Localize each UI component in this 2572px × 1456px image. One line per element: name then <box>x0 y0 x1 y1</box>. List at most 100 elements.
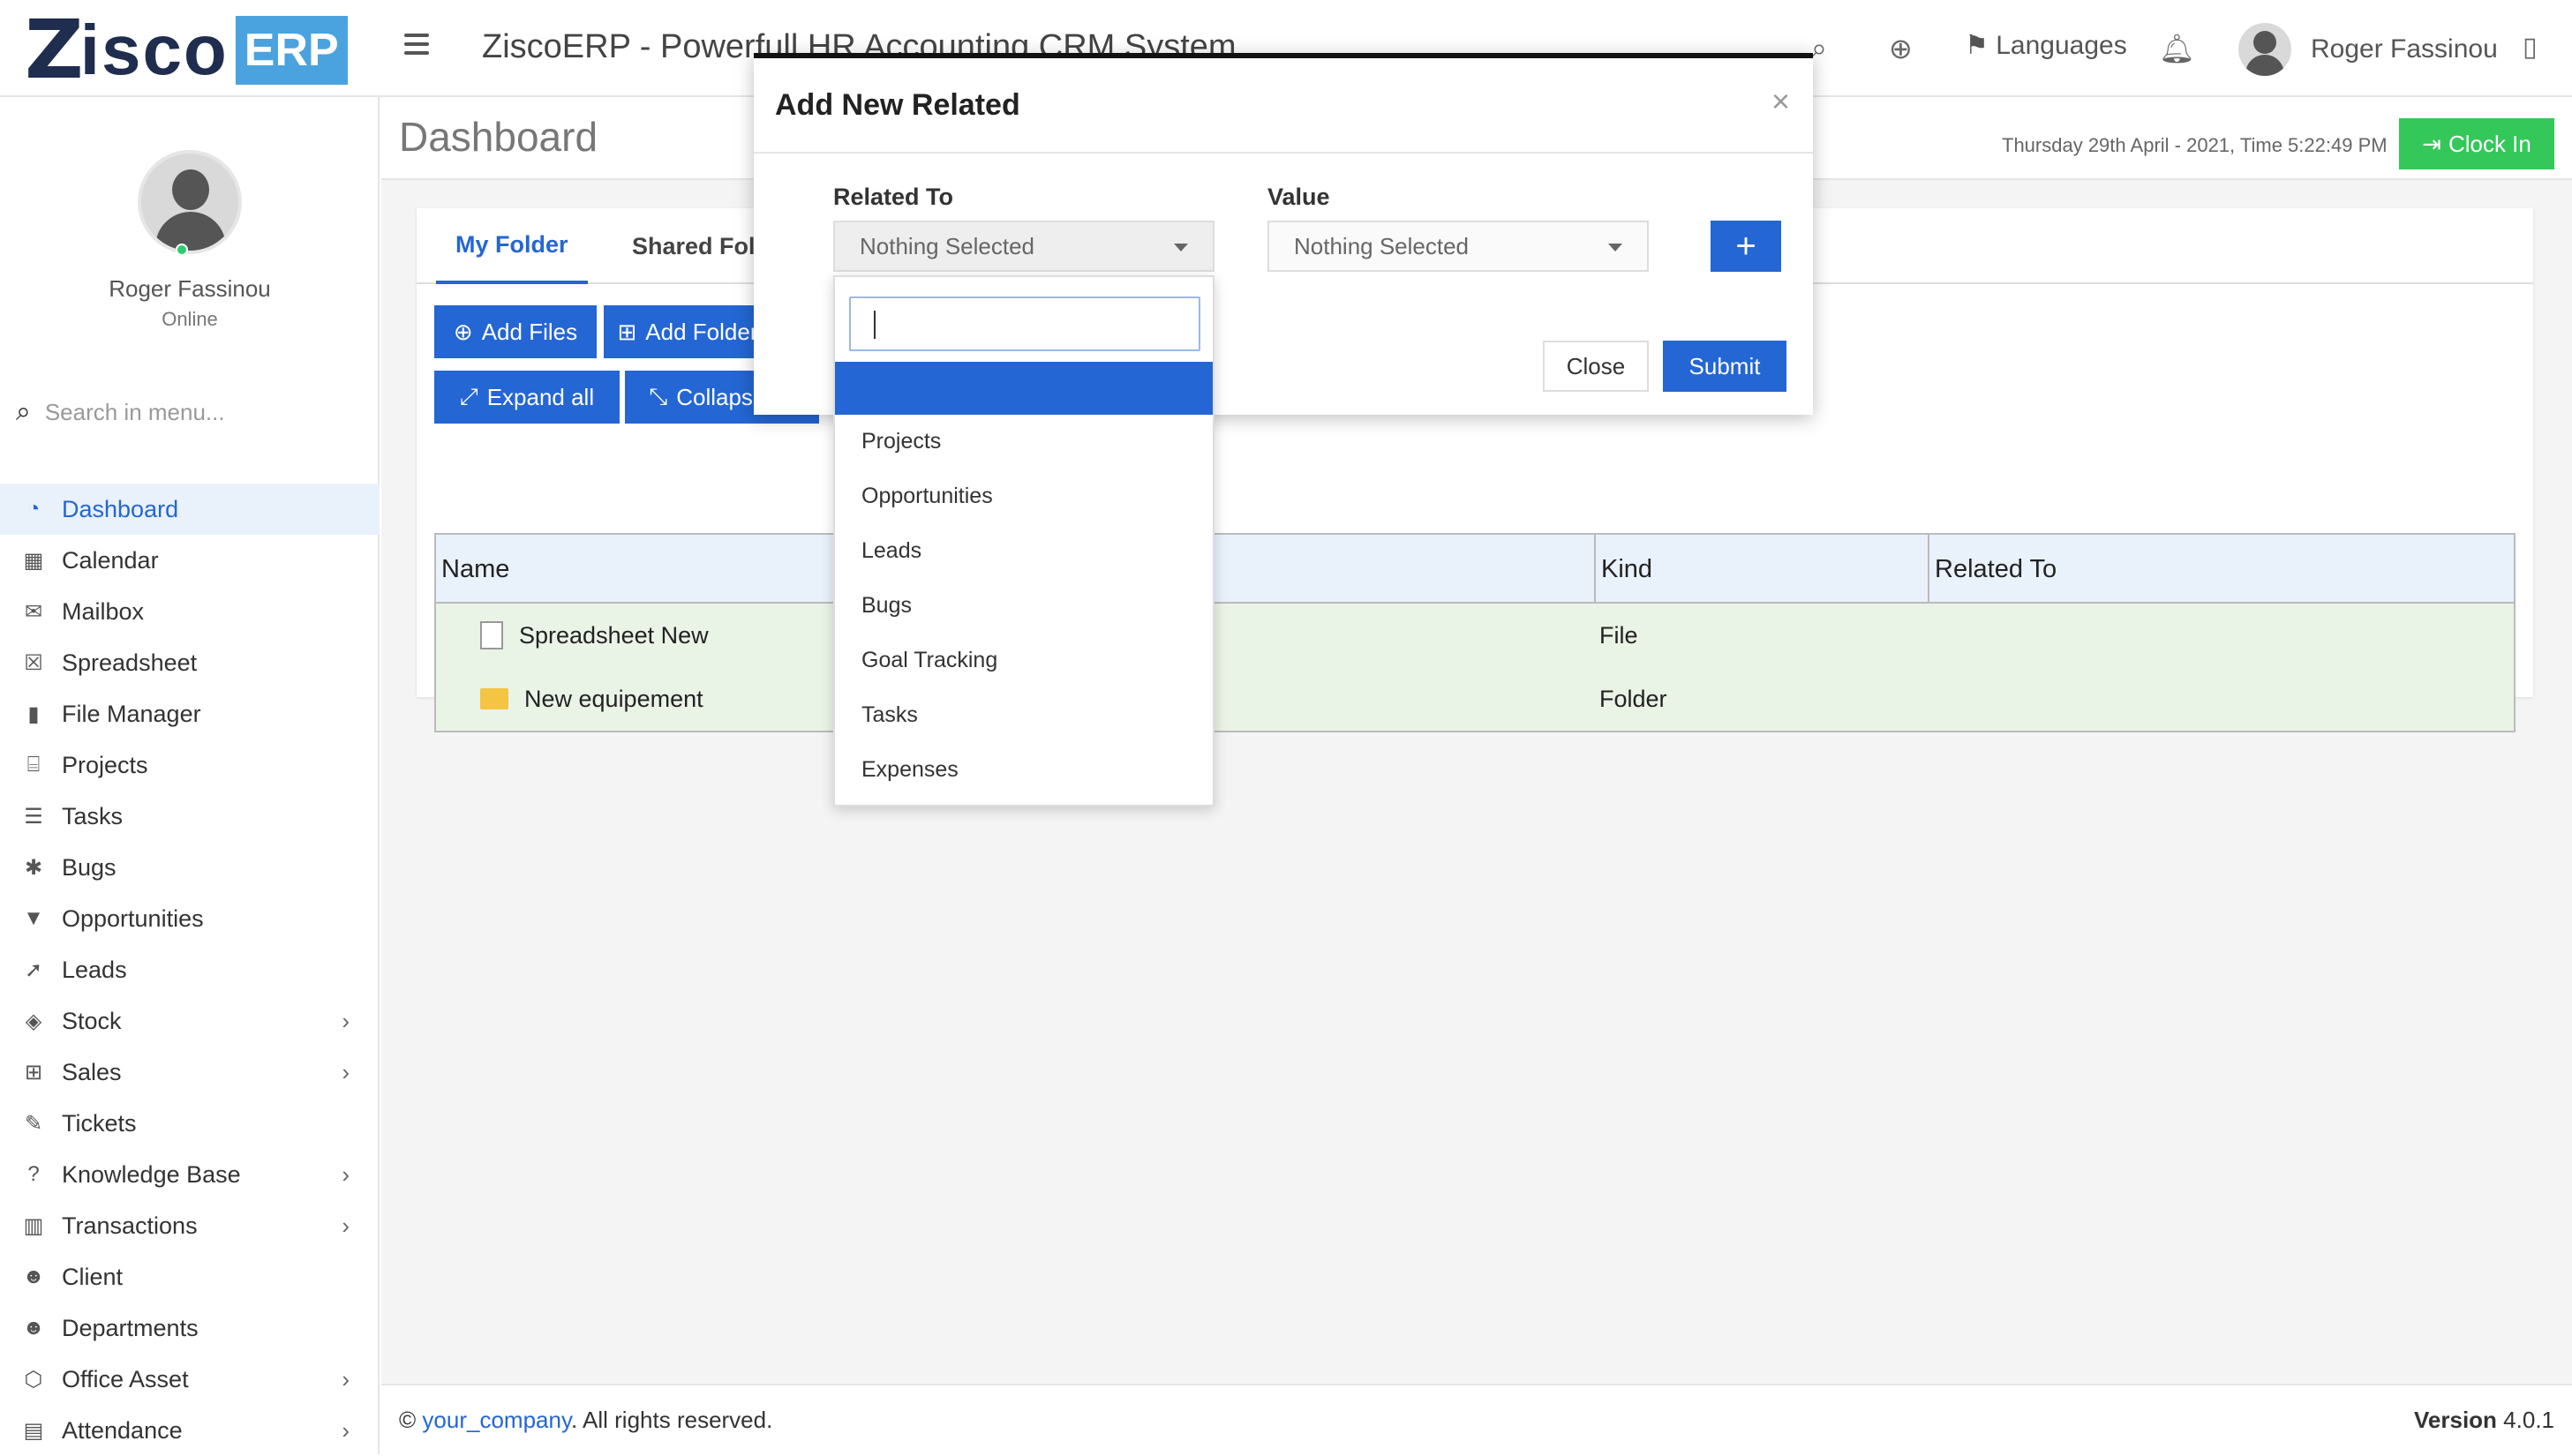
sidebar-item-file-manager[interactable]: ▮ File Manager <box>0 688 380 739</box>
sidebar-item-opportunities[interactable]: ▼ Opportunities <box>0 893 380 944</box>
cell-kind: Folder <box>1599 685 1667 712</box>
add-files-button[interactable]: ⊕ Add Files <box>434 305 597 358</box>
sidebar-item-transactions[interactable]: ▥ Transactions › <box>0 1200 380 1251</box>
sidebar-item-tasks[interactable]: ☰ Tasks <box>0 791 380 842</box>
cell-name[interactable]: Spreadsheet New <box>480 604 709 667</box>
menu-search[interactable]: ⌕ Search in menu... <box>16 397 225 427</box>
languages-menu[interactable]: ⚑ Languages <box>1965 30 2127 61</box>
bell-icon[interactable]: 🔔︎ <box>2159 32 2195 65</box>
chevron-right-icon: › <box>342 1058 350 1085</box>
plus-circle-icon[interactable]: ⊕ <box>1889 32 1913 65</box>
collapse-icon: ⤡ <box>649 383 668 409</box>
company-link[interactable]: your_company <box>422 1407 571 1433</box>
dropdown-option-expenses[interactable]: Expenses <box>861 757 959 783</box>
sidebar-item-projects[interactable]: ⌸ Projects <box>0 739 380 791</box>
chevron-right-icon: › <box>342 1160 350 1188</box>
sidebar-item-knowledge-base[interactable]: ? Knowledge Base › <box>0 1149 380 1200</box>
user-menu[interactable]: Roger Fassinou <box>2238 23 2498 76</box>
flag-icon: ⚑ <box>1965 31 1989 60</box>
file-icon: ▮ <box>27 702 40 726</box>
dashboard-icon: ◔ <box>26 497 41 521</box>
sidebar-item-tickets[interactable]: ✎ Tickets <box>0 1098 380 1149</box>
rights-text: . All rights reserved. <box>571 1407 773 1433</box>
dropdown-option-projects[interactable]: Projects <box>861 429 941 454</box>
column-name[interactable]: Name <box>436 535 509 604</box>
sidebar-item-dashboard[interactable]: ◔ Dashboard <box>0 484 380 535</box>
spreadsheet-icon: ☒ <box>24 650 43 675</box>
column-related-to[interactable]: Related To <box>1929 535 2057 604</box>
expand-all-label: Expand all <box>486 383 595 410</box>
related-to-select[interactable]: Nothing Selected <box>833 221 1215 272</box>
sidebar-toggle-icon[interactable]: ▯ <box>2523 32 2538 63</box>
value-select[interactable]: Nothing Selected <box>1267 221 1649 272</box>
sidebar-item-leads[interactable]: ➚ Leads <box>0 944 380 995</box>
sidebar-item-sales[interactable]: ⊞ Sales › <box>0 1047 380 1098</box>
layers-icon: ◈ <box>25 1009 42 1033</box>
version-label: Version <box>2414 1407 2497 1433</box>
sidebar-item-label: Client <box>62 1263 124 1290</box>
logo-mark: Z <box>25 3 84 97</box>
value-selected: Nothing Selected <box>1294 232 1470 259</box>
filter-icon: ▼ <box>23 906 44 930</box>
cell-name[interactable]: New equipement <box>480 667 703 731</box>
profile-name: Roger Fassinou <box>109 275 271 302</box>
sidebar-item-bugs[interactable]: ✱ Bugs <box>0 842 380 893</box>
group-icon: ☻ <box>22 1316 45 1340</box>
sidebar-item-label: Stock <box>62 1007 122 1034</box>
dropdown-option-tasks[interactable]: Tasks <box>861 702 918 728</box>
dropdown-option-goal-tracking[interactable]: Goal Tracking <box>861 648 997 673</box>
sidebar-item-label: Opportunities <box>62 904 204 932</box>
sidebar-item-stock[interactable]: ◈ Stock › <box>0 995 380 1047</box>
avatar <box>2238 23 2291 76</box>
expand-icon: ⤢ <box>459 383 478 409</box>
file-table: Name Kind Related To Spreadsheet New File… <box>434 533 2516 732</box>
chevron-down-icon <box>1608 244 1622 251</box>
close-button[interactable]: Close <box>1543 341 1649 392</box>
add-folder-button[interactable]: ⊞ Add Folder <box>604 305 771 358</box>
table-header: Name Kind Related To <box>436 535 2514 604</box>
sidebar-item-client[interactable]: ☻ Client <box>0 1251 380 1302</box>
modal-title: Add New Related <box>775 88 1020 122</box>
hamburger-menu-icon[interactable] <box>404 34 429 55</box>
dropdown-option-leads[interactable]: Leads <box>861 538 921 564</box>
dropdown-option-bugs[interactable]: Bugs <box>861 593 912 619</box>
submit-button[interactable]: Submit <box>1663 341 1786 392</box>
cube-icon: ⬡ <box>24 1367 43 1392</box>
sidebar-item-departments[interactable]: ☻ Departments <box>0 1302 380 1354</box>
dropdown-option-opportunities[interactable]: Opportunities <box>861 484 993 509</box>
dropdown-search-input[interactable] <box>849 296 1200 351</box>
bug-icon: ✱ <box>24 855 43 880</box>
sign-in-icon: ⇥ <box>2422 130 2441 157</box>
sidebar-item-attendance[interactable]: ▤ Attendance › <box>0 1405 380 1456</box>
sidebar-item-label: Departments <box>62 1314 199 1341</box>
file-name: New equipement <box>524 685 703 712</box>
related-to-selected: Nothing Selected <box>860 232 1035 259</box>
sidebar-item-label: Office Asset <box>62 1365 189 1392</box>
cell-kind: File <box>1599 621 1638 649</box>
sidebar-item-office-asset[interactable]: ⬡ Office Asset › <box>0 1354 380 1405</box>
column-kind[interactable]: Kind <box>1596 535 1652 604</box>
app-logo[interactable]: Z isco ERP <box>25 3 348 97</box>
value-label: Value <box>1267 184 1330 210</box>
clock-in-button[interactable]: ⇥ Clock In <box>2399 118 2554 169</box>
sidebar: Roger Fassinou Online ⌕ Search in menu..… <box>0 97 380 1454</box>
tab-my-folder[interactable]: My Folder <box>436 208 588 284</box>
dropdown-empty-option[interactable] <box>835 362 1213 415</box>
chevron-right-icon: › <box>342 1007 350 1034</box>
rocket-icon: ➚ <box>24 957 43 982</box>
close-icon[interactable]: × <box>1771 83 1790 120</box>
menu-search-input[interactable]: Search in menu... <box>45 399 225 426</box>
sidebar-item-spreadsheet[interactable]: ☒ Spreadsheet <box>0 637 380 688</box>
copyright-symbol: © <box>399 1407 417 1433</box>
search-icon[interactable]: ⌕ <box>1811 32 1827 65</box>
sidebar-profile: Roger Fassinou Online <box>0 150 380 331</box>
calendar-icon: ▦ <box>23 548 44 573</box>
table-row[interactable]: Spreadsheet New File <box>436 604 2514 667</box>
add-value-button[interactable]: + <box>1711 221 1781 272</box>
sidebar-item-calendar[interactable]: ▦ Calendar <box>0 535 380 586</box>
plus-icon: + <box>1735 226 1756 266</box>
sidebar-item-mailbox[interactable]: ✉ Mailbox <box>0 586 380 637</box>
expand-all-button[interactable]: ⤢ Expand all <box>434 371 620 424</box>
sidebar-item-label: Dashboard <box>62 495 179 522</box>
table-row[interactable]: New equipement Folder <box>436 667 2514 731</box>
